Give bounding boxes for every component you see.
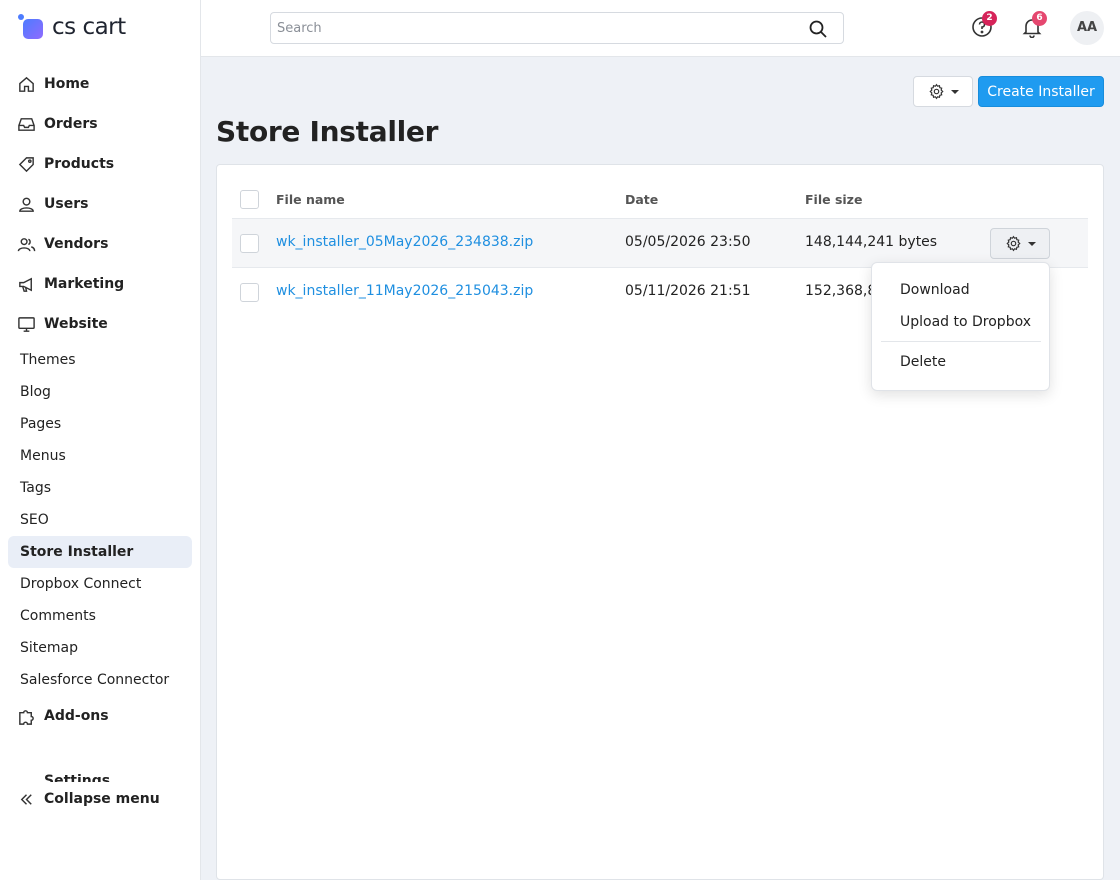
tag-icon [16, 154, 36, 174]
sidebar: cs cart Home Orders Products Users Vendo… [0, 0, 201, 880]
sidebar-item-label: Users [44, 196, 89, 212]
notifications-badge: 6 [1032, 11, 1047, 26]
download-menu-item[interactable]: Download [900, 282, 970, 298]
logo-mark-icon [18, 14, 44, 40]
search-box [270, 12, 844, 44]
create-installer-button[interactable]: Create Installer [978, 76, 1104, 107]
column-header-file-size: File size [805, 192, 863, 207]
sidebar-item-menus[interactable]: Menus [8, 440, 192, 472]
sidebar-item-label: Add-ons [44, 708, 109, 724]
page-title: Store Installer [216, 115, 439, 148]
sidebar-item-orders[interactable]: Orders [16, 112, 98, 136]
sidebar-item-themes[interactable]: Themes [8, 344, 192, 376]
select-all-checkbox[interactable] [240, 190, 259, 209]
sidebar-item-store-installer[interactable]: Store Installer [8, 536, 192, 568]
upload-to-dropbox-menu-item[interactable]: Upload to Dropbox [900, 314, 1031, 330]
chevron-down-icon [1027, 241, 1036, 246]
sidebar-item-marketing[interactable]: Marketing [16, 272, 124, 296]
sidebar-item-label: Products [44, 156, 115, 172]
file-size: 148,144,241 bytes [805, 234, 938, 250]
sidebar-item-tags[interactable]: Tags [8, 472, 192, 504]
sidebar-item-products[interactable]: Products [16, 152, 114, 176]
double-chevron-left-icon [16, 789, 36, 809]
delete-menu-item[interactable]: Delete [900, 354, 946, 370]
sidebar-item-settings[interactable]: Settings [16, 770, 186, 782]
sidebar-item-vendors[interactable]: Vendors [16, 232, 108, 256]
user-icon [16, 194, 36, 214]
file-link[interactable]: wk_installer_05May2026_234838.zip [276, 234, 533, 250]
file-link[interactable]: wk_installer_11May2026_215043.zip [276, 283, 533, 299]
sidebar-item-label: Orders [44, 116, 98, 132]
logo-text: cs cart [52, 14, 126, 40]
users-icon [16, 234, 36, 254]
help-badge: 2 [982, 11, 997, 26]
column-header-date: Date [625, 192, 659, 207]
collapse-menu-button[interactable]: Collapse menu [16, 787, 160, 811]
topbar: 2 6 AA [201, 0, 1120, 57]
sidebar-item-comments[interactable]: Comments [8, 600, 192, 632]
row-checkbox[interactable] [240, 234, 259, 253]
avatar[interactable]: AA [1070, 11, 1104, 45]
search-icon[interactable] [808, 19, 828, 39]
sidebar-item-dropbox-connect[interactable]: Dropbox Connect [8, 568, 192, 600]
sidebar-item-salesforce-connector[interactable]: Salesforce Connector [8, 664, 192, 696]
file-date: 05/05/2026 23:50 [625, 234, 751, 250]
row-actions-button[interactable] [990, 228, 1050, 259]
chevron-down-icon [950, 89, 959, 94]
sidebar-item-addons[interactable]: Add-ons [16, 704, 109, 728]
sidebar-item-label: Home [44, 76, 90, 92]
column-header-file-name: File name [276, 192, 345, 207]
sidebar-item-users[interactable]: Users [16, 192, 88, 216]
sidebar-item-label: Website [44, 316, 108, 332]
sidebar-item-home[interactable]: Home [16, 72, 89, 96]
settings-dropdown-button[interactable] [913, 76, 973, 107]
sidebar-item-sitemap[interactable]: Sitemap [8, 632, 192, 664]
row-checkbox[interactable] [240, 283, 259, 302]
sidebar-item-label: Vendors [44, 236, 109, 252]
home-icon [16, 74, 36, 94]
collapse-menu-label: Collapse menu [44, 791, 160, 807]
sidebar-item-website[interactable]: Website [16, 312, 108, 336]
row-actions-dropdown: Download Upload to Dropbox Delete [871, 262, 1050, 391]
puzzle-icon [16, 706, 36, 726]
megaphone-icon [16, 274, 36, 294]
gear-icon [928, 83, 944, 100]
monitor-icon [16, 314, 36, 334]
sidebar-item-blog[interactable]: Blog [8, 376, 192, 408]
cs-cart-logo[interactable]: cs cart [18, 12, 126, 42]
sidebar-item-pages[interactable]: Pages [8, 408, 192, 440]
search-input[interactable] [271, 13, 791, 43]
menu-divider [881, 341, 1041, 342]
gear-icon [1005, 235, 1021, 252]
notifications-button[interactable]: 6 [1021, 11, 1047, 40]
file-date: 05/11/2026 21:51 [625, 283, 751, 299]
inbox-icon [16, 114, 36, 134]
sidebar-item-label: Settings [44, 773, 111, 782]
help-button[interactable]: 2 [971, 11, 997, 40]
sidebar-item-seo[interactable]: SEO [8, 504, 192, 536]
sidebar-item-label: Marketing [44, 276, 125, 292]
